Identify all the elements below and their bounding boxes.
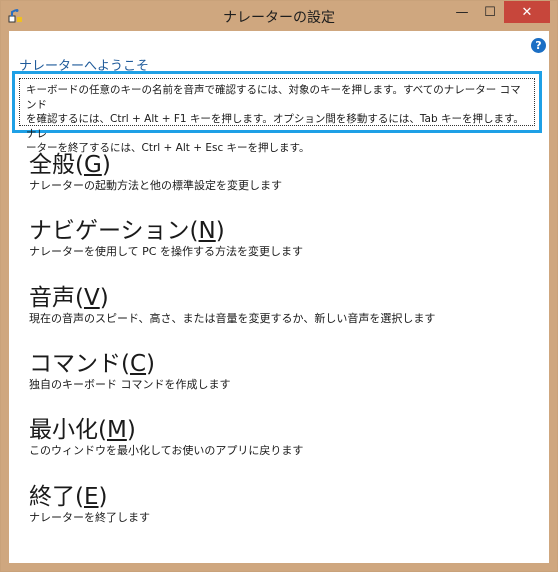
close-button[interactable]: ✕ <box>504 1 550 23</box>
info-focus-rect: キーボードの任意のキーの名前を音声で確認するには、対象のキーを押します。すべての… <box>19 78 535 154</box>
menu-item-title-text: コマンド( <box>29 351 130 377</box>
menu-item-title-close: ) <box>99 285 109 311</box>
menu-item-description: ナレーターを使用して PC を操作する方法を変更します <box>29 245 303 258</box>
title-bar[interactable]: ナレーターの設定 — ☐ ✕ <box>1 1 557 31</box>
info-text: キーボードの任意のキーの名前を音声で確認するには、対象のキーを押します。すべての… <box>26 83 530 156</box>
help-icon[interactable]: ? <box>531 38 546 53</box>
minimize-icon: — <box>455 4 469 20</box>
menu-item-title: 最小化(M) <box>29 416 529 444</box>
menu-item-description: ナレーターを終了します <box>29 511 150 524</box>
menu-item-title-close: ) <box>126 417 136 443</box>
access-key: C <box>129 351 147 377</box>
menu-item-description: 現在の音声のスピード、高さ、または音量を変更するか、新しい音声を選択します <box>29 312 436 325</box>
menu-item-title-close: ) <box>98 484 108 510</box>
menu-item-title-text: 終了( <box>29 484 84 510</box>
menu-item-description: このウィンドウを最小化してお使いのアプリに戻ります <box>29 444 304 457</box>
menu-item-title-text: 最小化( <box>29 417 107 443</box>
narrator-settings-window: ナレーターの設定 — ☐ ✕ ? ナレーターへようこそ キーボードの任意のキーの… <box>0 0 558 572</box>
menu-item-title: 音声(V) <box>29 284 529 312</box>
access-key: V <box>83 285 100 311</box>
settings-client-area: ? ナレーターへようこそ キーボードの任意のキーの名前を音声で確認するには、対象… <box>9 31 549 563</box>
menu-item-description: 独自のキーボード コマンドを作成します <box>29 378 231 391</box>
maximize-icon: ☐ <box>484 4 496 20</box>
menu-item-minimize[interactable]: 最小化(M) このウィンドウを最小化してお使いのアプリに戻ります <box>29 416 529 458</box>
menu-item-title-close: ) <box>215 218 225 244</box>
access-key: G <box>83 152 102 178</box>
menu-item-title-text: 音声( <box>29 285 84 311</box>
info-line-2: を確認するには、Ctrl + Alt + F1 キーを押します。オプション間を移… <box>26 113 524 140</box>
menu-item-navigation[interactable]: ナビゲーション(N) ナレーターを使用して PC を操作する方法を変更します <box>29 217 529 259</box>
menu-item-general[interactable]: 全般(G) ナレーターの起動方法と他の標準設定を変更します <box>29 151 529 193</box>
access-key: M <box>106 417 127 443</box>
menu-item-title-text: ナビゲーション( <box>29 218 199 244</box>
access-key: E <box>83 484 99 510</box>
menu-item-voice[interactable]: 音声(V) 現在の音声のスピード、高さ、または音量を変更するか、新しい音声を選択… <box>29 284 529 326</box>
menu-item-title: 終了(E) <box>29 483 529 511</box>
access-key: N <box>198 218 216 244</box>
menu-item-exit[interactable]: 終了(E) ナレーターを終了します <box>29 483 529 525</box>
menu-item-title: 全般(G) <box>29 151 529 179</box>
info-panel[interactable]: キーボードの任意のキーの名前を音声で確認するには、対象のキーを押します。すべての… <box>12 71 542 154</box>
menu-item-commands[interactable]: コマンド(C) 独自のキーボード コマンドを作成します <box>29 350 529 392</box>
menu-item-title-close: ) <box>146 351 156 377</box>
menu-item-title: コマンド(C) <box>29 350 529 378</box>
menu-item-description: ナレーターの起動方法と他の標準設定を変更します <box>29 179 282 192</box>
close-icon: ✕ <box>521 4 533 20</box>
menu-item-title-close: ) <box>101 152 111 178</box>
minimize-button[interactable]: — <box>448 1 476 23</box>
menu-item-title-text: 全般( <box>29 152 84 178</box>
menu-item-title: ナビゲーション(N) <box>29 217 529 245</box>
info-line-1: キーボードの任意のキーの名前を音声で確認するには、対象のキーを押します。すべての… <box>26 84 521 111</box>
maximize-button[interactable]: ☐ <box>476 1 504 23</box>
